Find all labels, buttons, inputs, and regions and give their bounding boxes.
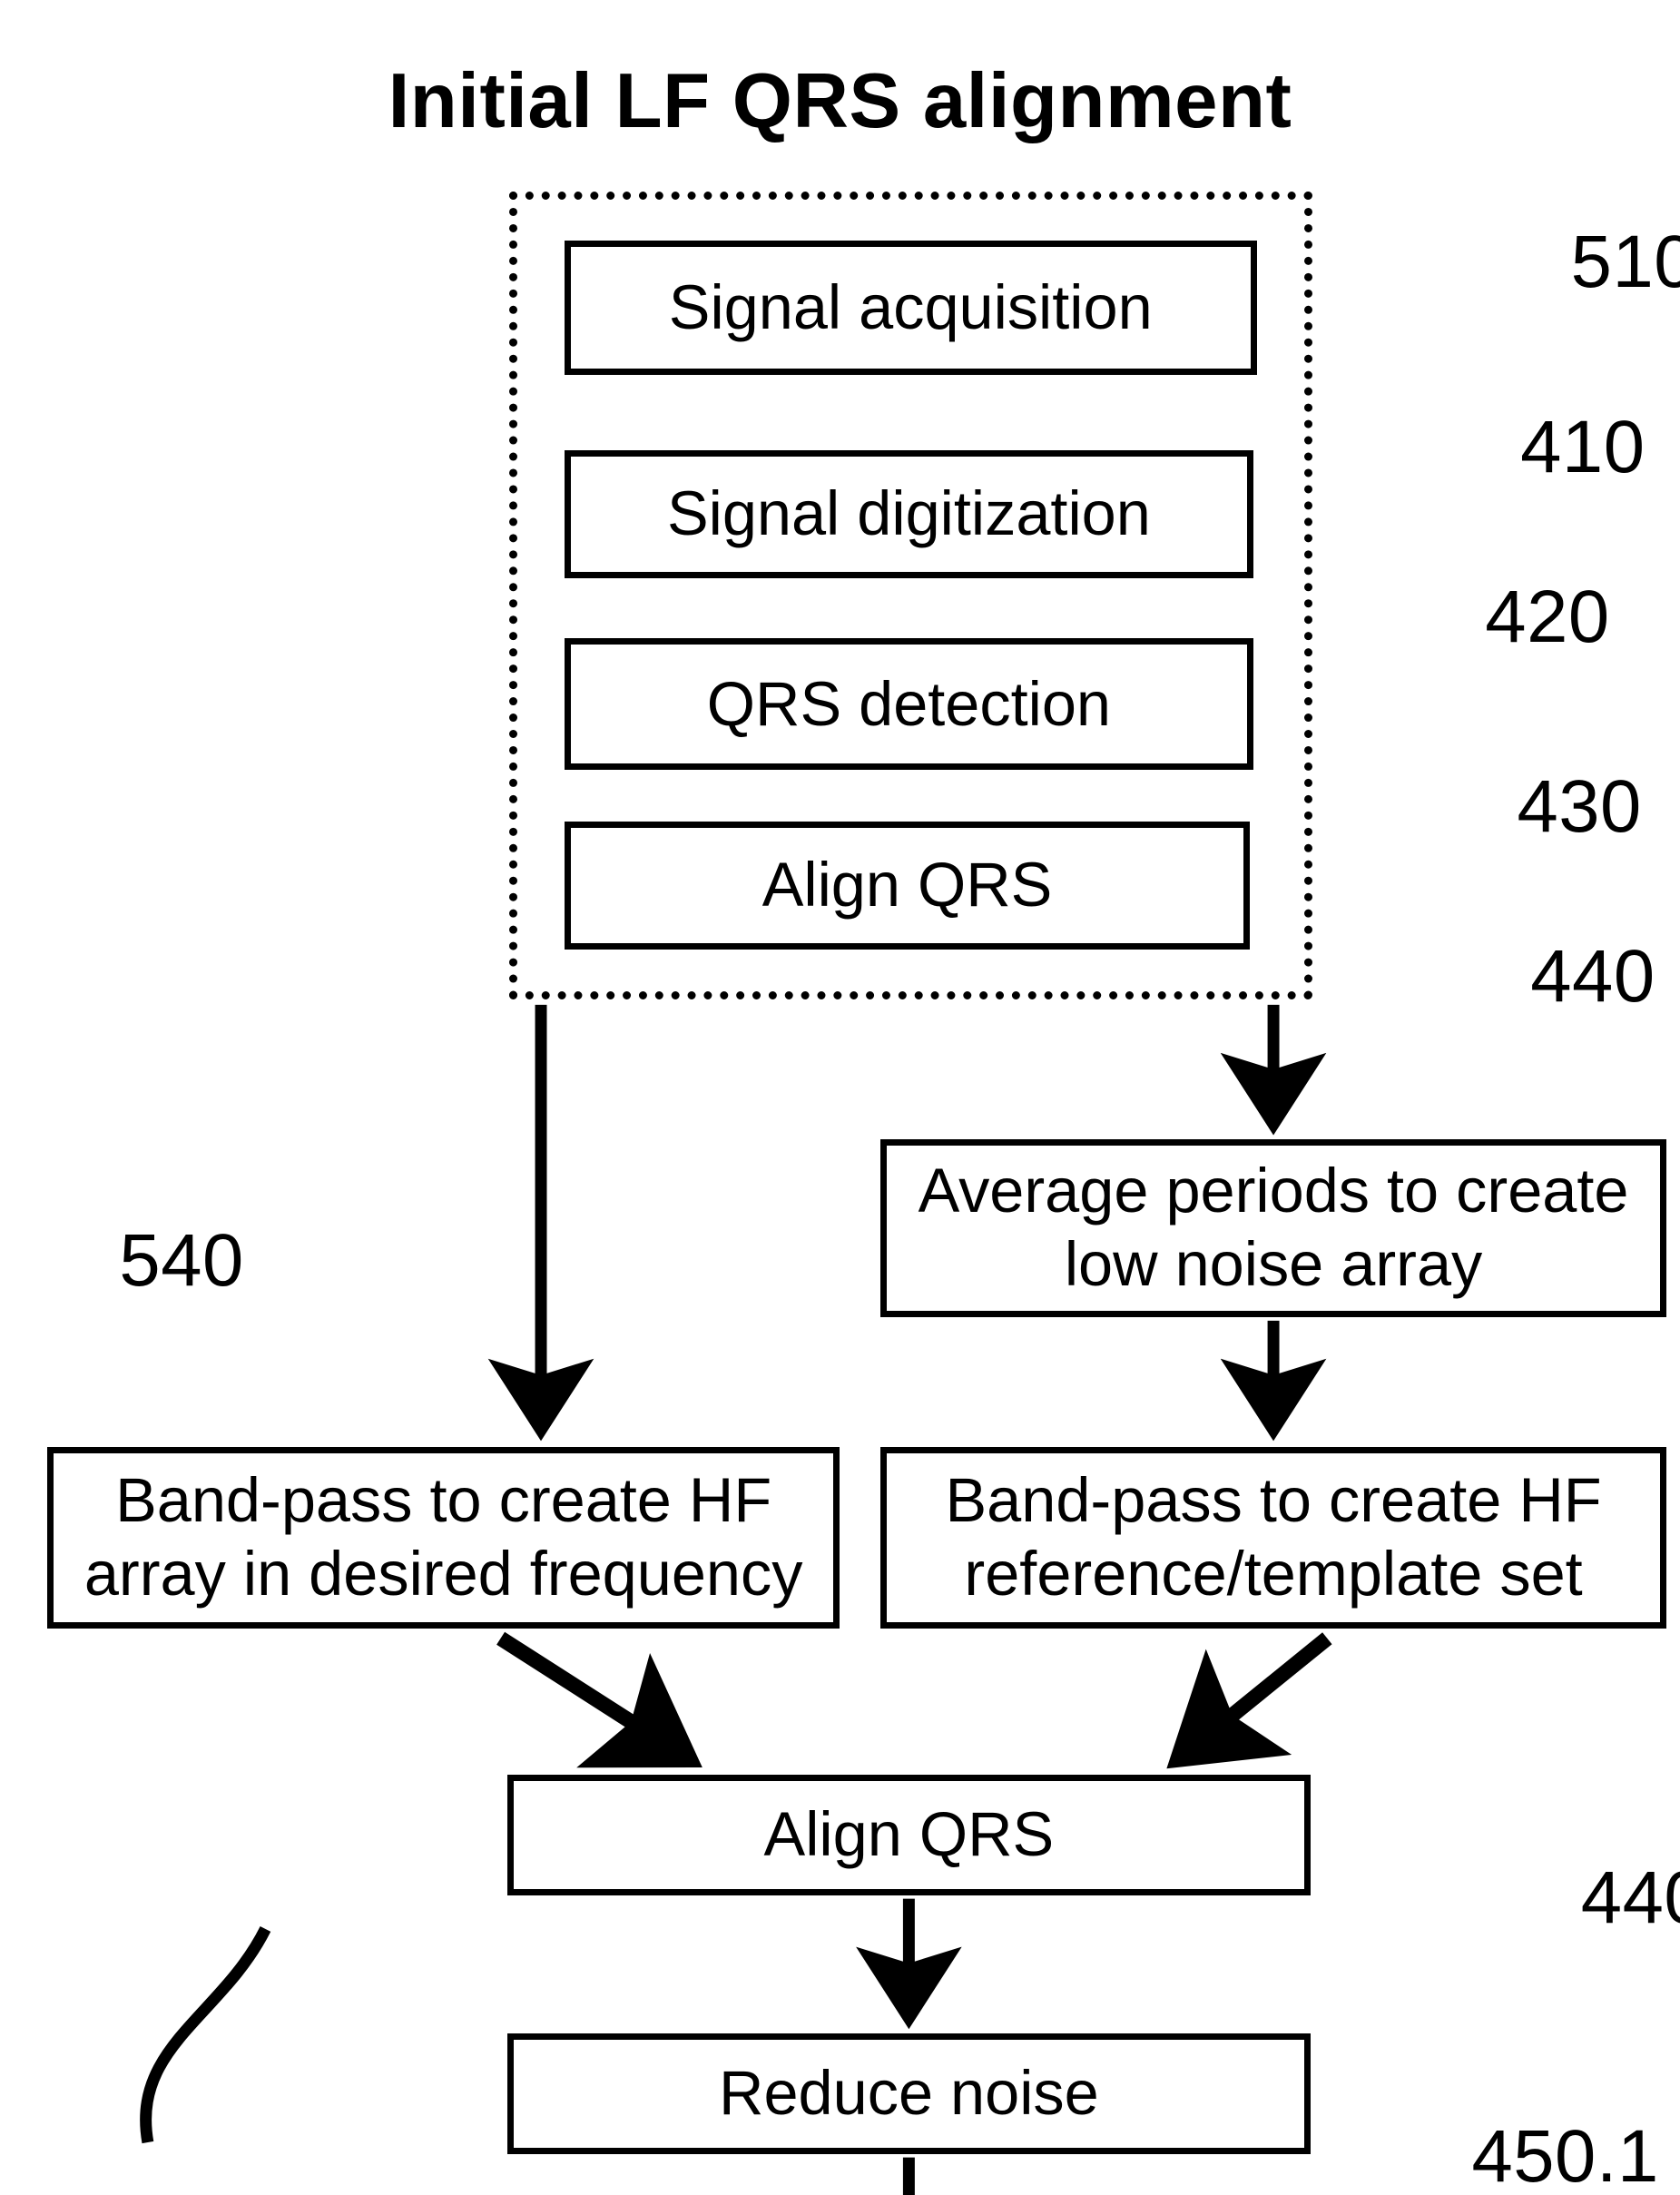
process-box-bandpass-hf-array: Band-pass to create HF array in desired …: [46, 1446, 840, 1629]
leader-line-540: [140, 1926, 271, 2144]
reference-numeral-540: 540: [119, 1218, 244, 1302]
box-label: Align QRS: [761, 850, 1053, 920]
reference-numeral-440-1: 440.1: [1580, 1855, 1680, 1939]
patent-figure: Initial LF QRS alignment Signal acquisit…: [0, 0, 1680, 2195]
flow-arrow-bandpass-array-to-align: [496, 1631, 702, 1768]
box-label: Signal digitization: [666, 478, 1151, 549]
reference-numeral-440: 440: [1530, 935, 1655, 1019]
process-box-align-qrs-hf: Align QRS: [507, 1774, 1311, 1895]
reference-numeral-450-1: 450.1: [1471, 2114, 1659, 2195]
box-label: QRS detection: [706, 668, 1112, 739]
reference-numeral-410: 410: [1520, 406, 1646, 489]
process-box-qrs-detection: QRS detection: [564, 638, 1253, 770]
box-label: Signal acquisition: [668, 271, 1153, 342]
process-box-signal-acquisition: Signal acquisition: [564, 240, 1257, 375]
box-label: Band-pass to create HF reference/templat…: [945, 1464, 1602, 1609]
box-label: Align QRS: [763, 1799, 1055, 1870]
process-box-align-qrs-initial: Align QRS: [564, 822, 1251, 950]
flow-arrow-bandpass-reference-to-align: [1166, 1632, 1332, 1769]
process-box-bandpass-hf-reference: Band-pass to create HF reference/templat…: [879, 1446, 1667, 1629]
reference-numeral-420: 420: [1485, 576, 1610, 659]
reference-numeral-510: 510: [1570, 221, 1680, 304]
figure-title: Initial LF QRS alignment: [388, 57, 1292, 144]
process-box-signal-digitization: Signal digitization: [564, 450, 1253, 578]
process-box-reduce-noise: Reduce noise: [507, 2033, 1311, 2154]
reference-numeral-430: 430: [1517, 765, 1642, 849]
box-label: Reduce noise: [719, 2058, 1099, 2129]
box-label: Average periods to create low noise arra…: [918, 1156, 1629, 1300]
box-label: Band-pass to create HF array in desired …: [84, 1464, 803, 1609]
process-box-average-periods: Average periods to create low noise arra…: [879, 1138, 1667, 1318]
